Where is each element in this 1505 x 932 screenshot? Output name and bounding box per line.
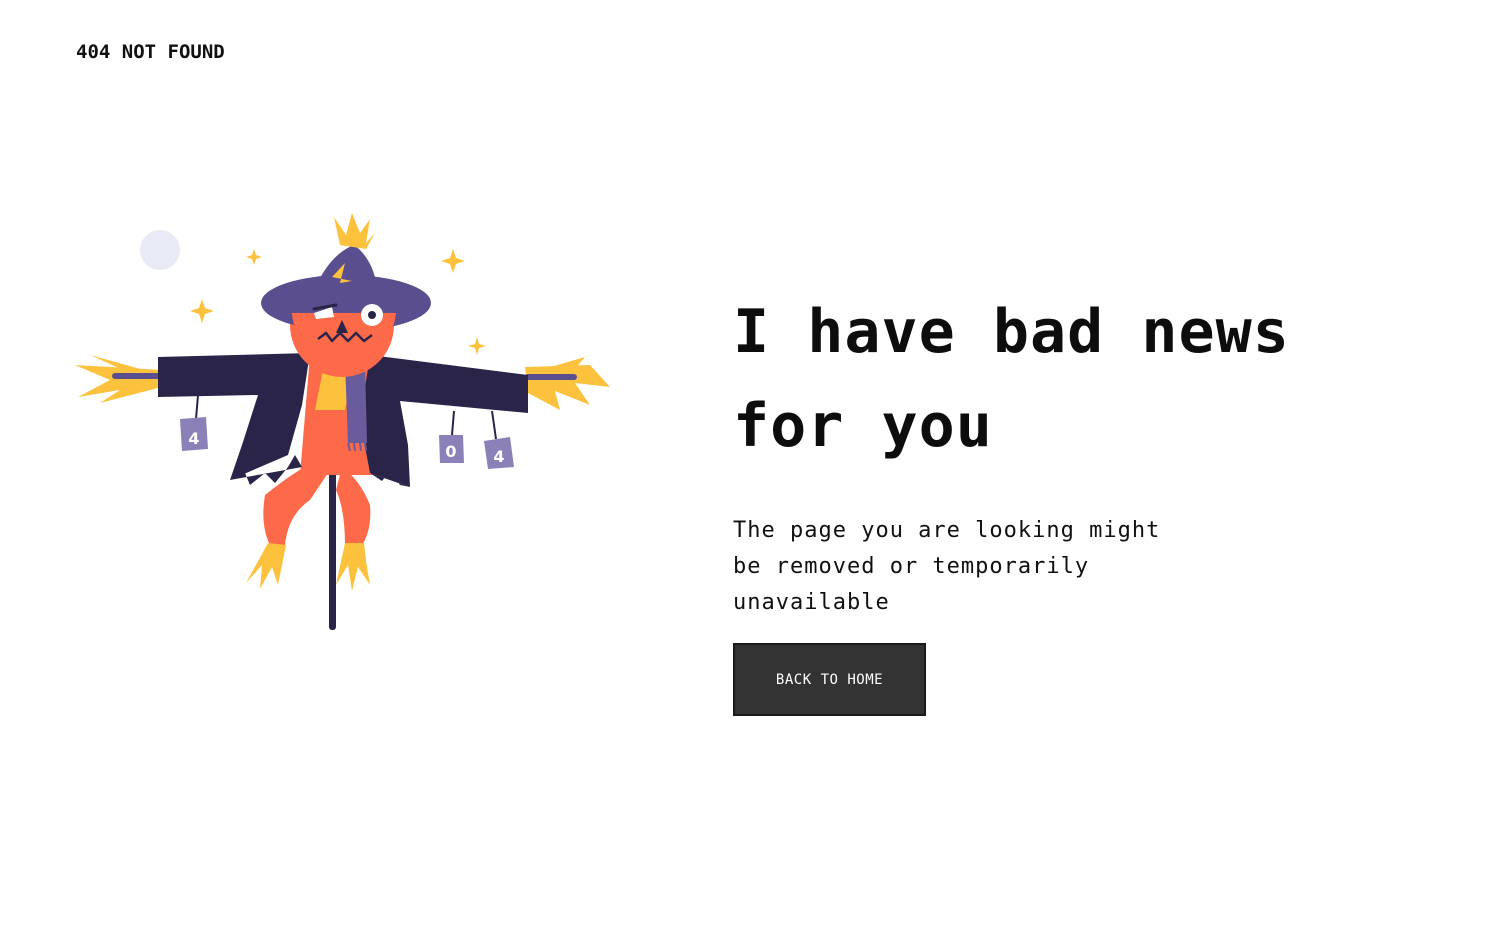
error-content: I have bad news for you The page you are… (733, 285, 1413, 716)
description: The page you are looking might be remove… (733, 518, 1161, 615)
page: 404 NOT FOUND 4 0 4 I have bad news for … (0, 0, 1505, 932)
can-4-left: 4 (180, 394, 208, 451)
headline: I have bad news for you (733, 297, 1290, 461)
can-label: 4 (188, 429, 199, 448)
scarecrow-illustration: 4 0 4 (75, 213, 610, 630)
can-4-right: 4 (484, 410, 514, 469)
can-label: 0 (445, 442, 456, 461)
back-to-home-button[interactable]: BACK TO HOME (733, 643, 926, 716)
brand-title: 404 NOT FOUND (76, 41, 225, 63)
can-label: 4 (493, 447, 504, 466)
moon-icon (140, 230, 180, 270)
can-0: 0 (439, 410, 464, 463)
